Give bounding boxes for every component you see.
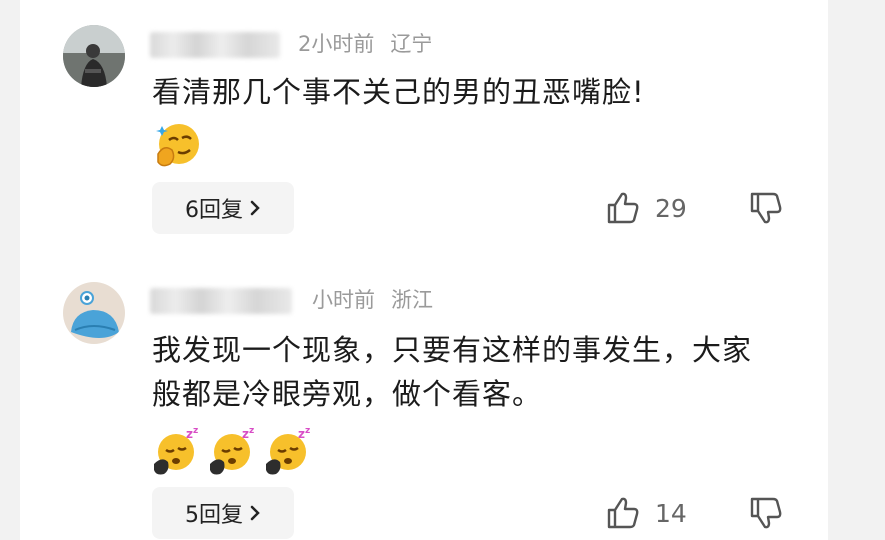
view-replies-button[interactable]: 6回复 bbox=[152, 182, 294, 234]
reply-count-label: 6回复 bbox=[185, 198, 243, 223]
like-count: 14 bbox=[655, 498, 687, 528]
thumbs-down-icon bbox=[750, 497, 782, 529]
comment-time: 2小时前 bbox=[298, 32, 375, 56]
comment-meta: 2小时前 辽宁 bbox=[298, 28, 432, 58]
comment-text: 我发现一个现象，只要有这样的事发生，大家般都是冷眼旁观，做个看客。 bbox=[152, 333, 753, 411]
thumbs-down-icon bbox=[750, 192, 782, 224]
username-blurred[interactable] bbox=[150, 288, 292, 314]
svg-text:z: z bbox=[249, 426, 254, 436]
like-button[interactable]: 14 bbox=[605, 495, 687, 531]
svg-text:z: z bbox=[193, 426, 198, 436]
reply-count-label: 5回复 bbox=[185, 503, 243, 528]
dislike-button[interactable] bbox=[748, 495, 784, 535]
comment-text: 看清那几个事不关己的男的丑恶嘴脸! bbox=[152, 75, 645, 109]
chevron-right-icon bbox=[250, 505, 260, 521]
emoji-row bbox=[152, 118, 204, 170]
emoji-row: z z z z z z bbox=[152, 424, 316, 476]
comment-time: 小时前 bbox=[312, 288, 375, 312]
thumbs-up-icon bbox=[607, 192, 639, 224]
sleepy-zzz-emoji-icon: z z bbox=[266, 426, 310, 475]
avatar[interactable] bbox=[63, 25, 125, 87]
comment-location: 辽宁 bbox=[390, 32, 433, 56]
like-button[interactable]: 29 bbox=[605, 190, 687, 226]
username-blurred[interactable] bbox=[150, 32, 280, 58]
svg-text:z: z bbox=[298, 427, 305, 441]
smirk-hand-emoji-icon bbox=[156, 124, 199, 167]
thumbs-up-icon bbox=[607, 497, 639, 529]
svg-text:z: z bbox=[305, 426, 310, 436]
comment-location: 浙江 bbox=[391, 288, 433, 312]
sleepy-zzz-emoji-icon: z z bbox=[154, 426, 198, 475]
svg-text:z: z bbox=[242, 427, 249, 441]
avatar[interactable] bbox=[63, 282, 125, 344]
comment-meta: 小时前 浙江 bbox=[312, 284, 433, 314]
chevron-right-icon bbox=[250, 200, 260, 216]
svg-text:z: z bbox=[186, 427, 193, 441]
comment-list: 2小时前 辽宁 看清那几个事不关己的男的丑恶嘴脸! 6回复 29 小时前 浙江 … bbox=[20, 0, 828, 540]
like-count: 29 bbox=[655, 193, 687, 223]
view-replies-button[interactable]: 5回复 bbox=[152, 487, 294, 539]
sleepy-zzz-emoji-icon: z z bbox=[210, 426, 254, 475]
dislike-button[interactable] bbox=[748, 190, 784, 230]
